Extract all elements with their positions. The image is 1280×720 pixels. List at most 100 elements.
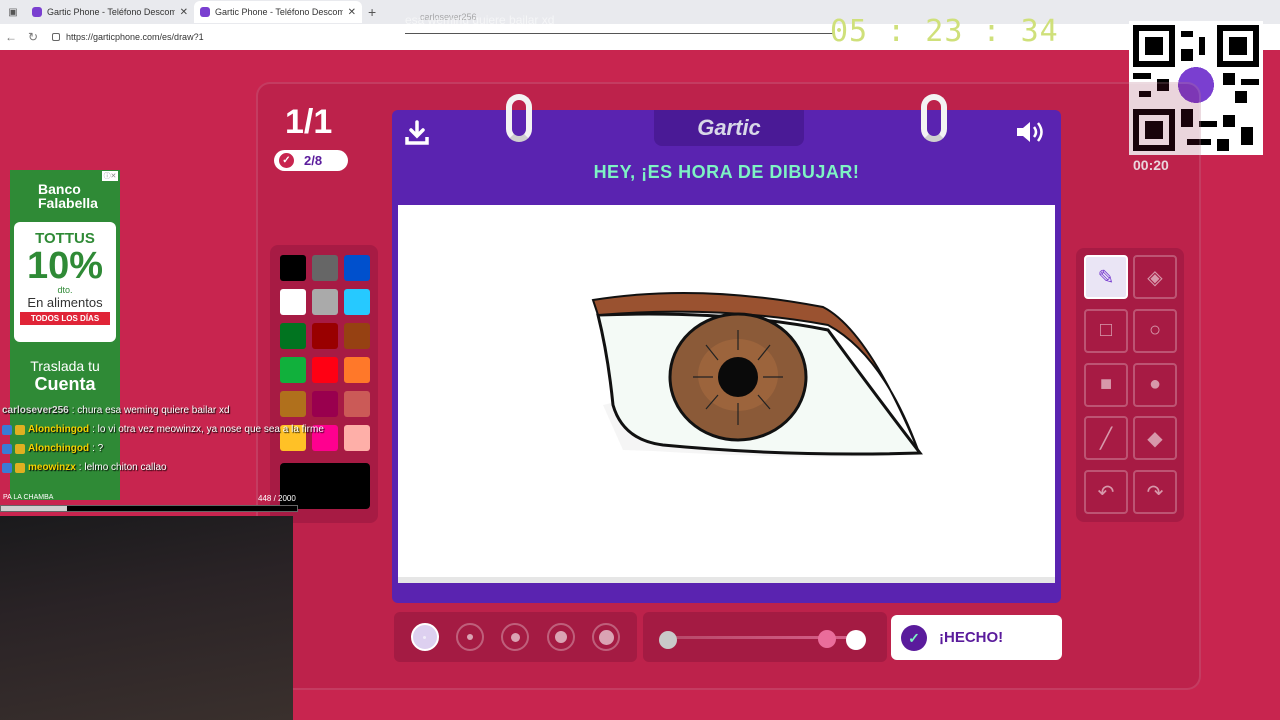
- brush-dot: [598, 629, 614, 645]
- color-swatch[interactable]: [344, 289, 370, 315]
- line-icon: ╱: [1099, 427, 1113, 450]
- notebook-ring: [921, 94, 947, 142]
- ad-line2: Cuenta: [34, 374, 96, 394]
- webcam-feed: [0, 516, 293, 720]
- vip-badge-icon: [15, 462, 25, 473]
- round-counter: 1/1: [285, 103, 333, 141]
- color-swatch[interactable]: [312, 323, 338, 349]
- browser-tab-2[interactable]: Gartic Phone - Teléfono Descomp ✕: [194, 1, 362, 23]
- color-swatch[interactable]: [344, 323, 370, 349]
- chat-username[interactable]: meowinzx: [28, 462, 76, 473]
- goal-fill: [1, 506, 68, 511]
- chat-text: : ?: [92, 443, 104, 454]
- vip-badge-icon: [15, 443, 25, 454]
- brush-size-1[interactable]: [410, 623, 439, 651]
- circle-outline-tool[interactable]: ○: [1133, 308, 1177, 353]
- drawing-canvas[interactable]: [398, 205, 1055, 583]
- redo-icon: ↷: [1146, 481, 1164, 504]
- chat-message: carlosever256: chura esa weming quiere b…: [2, 401, 382, 420]
- browser-tab-1[interactable]: Gartic Phone - Teléfono Descomp ✕: [26, 1, 194, 23]
- back-icon[interactable]: ←: [0, 30, 22, 44]
- color-swatch[interactable]: [280, 357, 306, 383]
- close-tab-icon[interactable]: ✕: [180, 7, 188, 18]
- color-swatch[interactable]: [344, 357, 370, 383]
- gartic-favicon-icon: [200, 7, 210, 17]
- circle-fill-icon: ●: [1148, 373, 1162, 396]
- ad-bank-name: Banco Falabella: [38, 181, 98, 211]
- notebook-ring: [506, 94, 532, 142]
- ad-line1: Traslada tu: [30, 358, 100, 374]
- brush-size-2[interactable]: [456, 623, 485, 651]
- tab-title: Gartic Phone - Teléfono Descomp: [215, 7, 343, 17]
- bucket-tool[interactable]: ◆: [1133, 416, 1177, 461]
- color-swatch[interactable]: [280, 289, 306, 315]
- goal-label: PA LA CHAMBA: [3, 494, 54, 501]
- tab-title: Gartic Phone - Teléfono Descomp: [47, 7, 175, 17]
- chat-message: Alonchingod: ?: [2, 439, 382, 458]
- site-info-icon[interactable]: [52, 33, 60, 41]
- opacity-max-dot: [846, 630, 866, 650]
- players-done-badge: ✓ 2/8: [274, 150, 348, 171]
- stream-timer: 05 : 23 : 34: [830, 14, 1059, 49]
- brush-size-5[interactable]: [592, 623, 621, 651]
- eraser-tool[interactable]: ◈: [1133, 255, 1177, 299]
- color-swatch[interactable]: [312, 255, 338, 281]
- opacity-knob[interactable]: [818, 630, 836, 648]
- rect-fill-tool[interactable]: ■: [1084, 362, 1128, 407]
- chat-message: Alonchingod: lo vi otra vez meowinzx, ya…: [2, 420, 382, 439]
- check-icon: ✓: [279, 153, 294, 168]
- gartic-logo: Gartic: [654, 110, 804, 146]
- brush-dot: [423, 635, 427, 639]
- color-swatch[interactable]: [312, 289, 338, 315]
- volume-icon[interactable]: [1015, 120, 1047, 144]
- chat-text: : lo vi otra vez meowinzx, ya nose que s…: [92, 424, 324, 435]
- pencil-icon: ✎: [1097, 266, 1115, 289]
- check-icon: ✓: [901, 624, 927, 651]
- circle-fill-tool[interactable]: ●: [1133, 362, 1177, 407]
- ad-days: TODOS LOS DÍAS: [20, 312, 110, 325]
- gartic-favicon-icon: [32, 7, 42, 17]
- chat-username[interactable]: Alonchingod: [28, 443, 89, 454]
- players-done-count: 2/8: [304, 153, 323, 168]
- color-swatch[interactable]: [344, 255, 370, 281]
- done-label: ¡HECHO!: [939, 629, 1004, 646]
- vip-badge-icon: [15, 424, 25, 435]
- done-button[interactable]: ✓ ¡HECHO!: [891, 615, 1062, 660]
- color-palette: [270, 245, 378, 523]
- line-tool[interactable]: ╱: [1084, 416, 1128, 461]
- brush-size-4[interactable]: [546, 623, 575, 651]
- reload-icon[interactable]: ↻: [22, 30, 44, 44]
- bucket-icon: ◆: [1147, 427, 1163, 450]
- stream-chat: carlosever256: chura esa weming quiere b…: [2, 401, 382, 477]
- redo-tool[interactable]: ↷: [1133, 470, 1177, 515]
- marquee-divider: [405, 33, 835, 34]
- url-field[interactable]: https://garticphone.com/es/draw?1: [52, 32, 204, 42]
- color-swatch[interactable]: [312, 357, 338, 383]
- download-icon[interactable]: [404, 120, 430, 146]
- undo-icon: ↶: [1097, 481, 1115, 504]
- ad-close-icon[interactable]: ⓘ✕: [102, 171, 118, 181]
- close-tab-icon[interactable]: ✕: [348, 7, 356, 18]
- color-swatch[interactable]: [280, 255, 306, 281]
- undo-tool[interactable]: ↶: [1084, 470, 1128, 515]
- pencil-tool[interactable]: ✎: [1084, 255, 1128, 299]
- chat-username[interactable]: Alonchingod: [28, 424, 89, 435]
- window-menu-icon[interactable]: ▣: [0, 7, 26, 18]
- new-tab-icon[interactable]: +: [368, 4, 376, 20]
- brush-size-3[interactable]: [501, 623, 530, 651]
- rect-outline-icon: □: [1099, 319, 1113, 342]
- rect-outline-tool[interactable]: □: [1084, 308, 1128, 353]
- color-swatch[interactable]: [280, 323, 306, 349]
- subscriber-badge-icon: [2, 424, 12, 435]
- brush-dot: [554, 631, 567, 643]
- goal-bar: [0, 505, 298, 512]
- ad-card: TOTTUS 10% dto. En alimentos TODOS LOS D…: [14, 222, 116, 342]
- board-header: Gartic HEY, ¡ES HORA DE DIBUJAR!: [392, 94, 1061, 198]
- goal-count: 448 / 2000: [258, 494, 296, 503]
- eraser-icon: ◈: [1147, 266, 1163, 289]
- chat-username[interactable]: carlosever256: [2, 405, 69, 416]
- ad-foods: En alimentos: [27, 295, 103, 310]
- brush-dot: [467, 634, 474, 640]
- url-text: https://garticphone.com/es/draw?1: [66, 32, 204, 42]
- opacity-slider[interactable]: [643, 612, 887, 662]
